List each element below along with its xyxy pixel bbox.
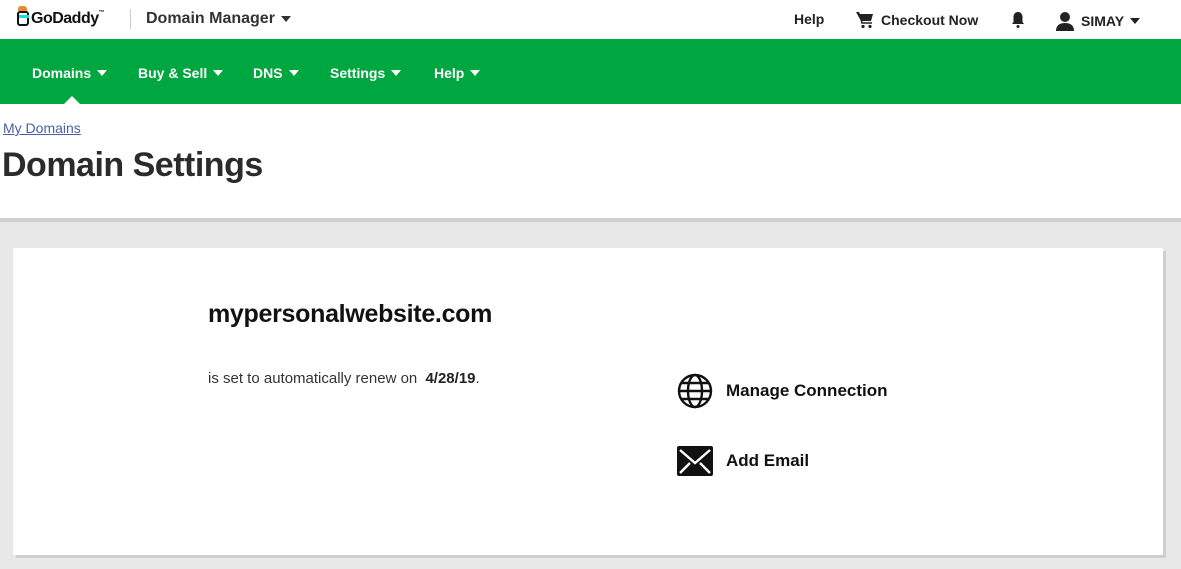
domain-name: mypersonalwebsite.com: [208, 300, 493, 328]
logo-text: GoDaddy™: [31, 9, 105, 27]
chevron-down-icon: [288, 70, 299, 76]
nav-dns[interactable]: DNS: [253, 65, 299, 81]
godaddy-mascot-icon: [17, 6, 30, 28]
chevron-down-icon: [280, 16, 291, 22]
renew-date: 4/28/19: [425, 370, 476, 387]
nav-label: Domains: [32, 65, 92, 81]
chevron-down-icon: [470, 70, 481, 76]
nav-settings[interactable]: Settings: [330, 65, 402, 81]
user-icon: [1056, 12, 1074, 31]
help-link[interactable]: Help: [794, 11, 824, 27]
manage-connection-label: Manage Connection: [726, 381, 888, 400]
bell-icon: [1012, 12, 1024, 28]
checkout-label: Checkout Now: [881, 12, 979, 28]
nav-label: DNS: [253, 65, 283, 81]
nav-label: Settings: [330, 65, 386, 81]
user-name: SIMAY: [1081, 13, 1125, 29]
renew-text: is set to automatically renew on: [208, 370, 418, 387]
top-bar: GoDaddy™ Domain Manager Help Checkout No…: [0, 0, 1181, 39]
page-title: Domain Settings: [2, 146, 263, 184]
header-divider: [0, 218, 1181, 222]
active-nav-indicator: [64, 96, 80, 104]
godaddy-logo[interactable]: GoDaddy™: [17, 6, 105, 28]
divider: [130, 9, 131, 29]
renew-suffix: .: [475, 370, 480, 387]
renewal-status: is set to automatically renew on 4/28/19…: [208, 370, 480, 387]
notifications-button[interactable]: [1010, 11, 1026, 29]
chevron-down-icon: [391, 70, 402, 76]
page-header: My Domains Domain Settings: [0, 104, 1181, 218]
main-nav: Domains Buy & Sell DNS Settings Help: [0, 39, 1181, 104]
nav-label: Help: [434, 65, 465, 81]
app-switcher[interactable]: Domain Manager: [146, 10, 291, 28]
add-email-button[interactable]: Add Email: [677, 446, 809, 476]
nav-domains[interactable]: Domains: [32, 65, 108, 81]
chevron-down-icon: [97, 70, 108, 76]
breadcrumb-my-domains[interactable]: My Domains: [3, 120, 81, 136]
manage-connection-button[interactable]: Manage Connection: [677, 373, 888, 409]
chevron-down-icon: [1130, 18, 1141, 24]
add-email-label: Add Email: [726, 451, 810, 470]
checkout-now-button[interactable]: Checkout Now: [855, 11, 978, 29]
app-title: Domain Manager: [146, 10, 275, 27]
domain-card: mypersonalwebsite.com is set to automati…: [13, 248, 1163, 555]
globe-icon: [677, 373, 713, 409]
user-menu[interactable]: SIMAY: [1055, 11, 1141, 31]
cart-icon: [856, 12, 873, 29]
nav-help[interactable]: Help: [434, 65, 481, 81]
nav-label: Buy & Sell: [138, 65, 208, 81]
envelope-icon: [677, 446, 713, 476]
help-label: Help: [794, 11, 825, 27]
chevron-down-icon: [213, 70, 224, 76]
nav-buy-sell[interactable]: Buy & Sell: [138, 65, 224, 81]
